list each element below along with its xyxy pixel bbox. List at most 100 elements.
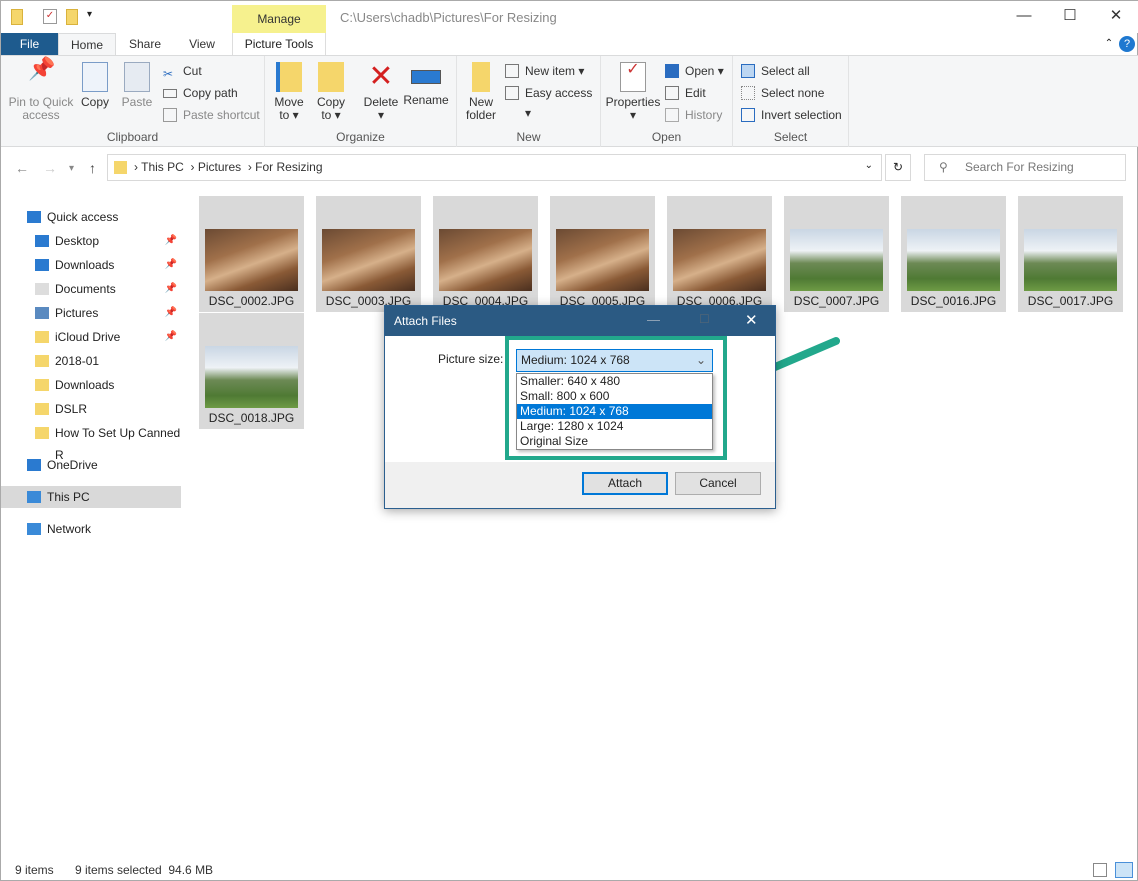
pin-icon: 📌 <box>164 235 177 246</box>
tab-manage[interactable]: Manage <box>232 5 326 33</box>
sidebar-item[interactable]: Desktop 📌 <box>1 230 181 252</box>
file-tile[interactable]: DSC_0016.JPG <box>901 196 1006 312</box>
tab-picture-tools[interactable]: Picture Tools <box>232 33 326 55</box>
group-new: New folder New item ▾ Easy access ▾ New <box>457 56 601 147</box>
select-all-button[interactable]: Select all <box>741 61 810 81</box>
maximize-button[interactable]: ☐ <box>1047 1 1093 31</box>
invert-selection-button[interactable]: Invert selection <box>741 105 842 125</box>
easy-access-button[interactable]: Easy access ▾ <box>505 83 600 120</box>
computer-icon <box>27 491 41 503</box>
details-view-button[interactable] <box>1093 863 1107 877</box>
back-button[interactable]: ← <box>15 160 29 176</box>
cancel-button[interactable]: Cancel <box>675 472 761 495</box>
rename-button[interactable]: Rename <box>403 56 449 107</box>
breadcrumb-pictures[interactable]: Pictures <box>198 160 241 174</box>
paste-shortcut-icon <box>163 108 177 122</box>
address-dropdown-icon[interactable]: ⌄ <box>865 160 873 171</box>
document-icon <box>35 283 49 295</box>
history-button[interactable]: History <box>665 105 722 125</box>
properties-button[interactable]: ✓ Properties ▾ <box>605 56 661 122</box>
tab-file[interactable]: File <box>1 33 58 55</box>
sidebar-item[interactable]: Network <box>1 518 181 540</box>
sidebar-item[interactable]: DSLR <box>1 398 181 420</box>
forward-button[interactable]: → <box>43 160 57 176</box>
new-folder-qa-icon[interactable] <box>66 9 78 25</box>
copy-path-button[interactable]: Copy path <box>163 83 238 103</box>
minimize-button[interactable]: — <box>1001 1 1047 31</box>
network-icon <box>27 523 41 535</box>
thumbnail-image <box>1024 229 1117 291</box>
copy-to-button[interactable]: Copy to ▾ <box>313 56 349 122</box>
sidebar-item[interactable]: How To Set Up Canned R <box>1 422 181 462</box>
sidebar-item-label: DSLR <box>55 402 88 416</box>
address-bar[interactable]: › This PC › Pictures › For Resizing ⌄ <box>107 154 882 181</box>
dialog-minimize-button[interactable]: — <box>647 312 660 327</box>
file-tile[interactable]: DSC_0007.JPG <box>784 196 889 312</box>
up-button[interactable]: ↑ <box>89 160 96 176</box>
file-tile[interactable]: DSC_0003.JPG <box>316 196 421 312</box>
sidebar-item-label: OneDrive <box>47 458 98 472</box>
sidebar-item[interactable]: Pictures 📌 <box>1 302 181 324</box>
dialog-close-button[interactable]: ✕ <box>745 311 758 329</box>
thumbnail-image <box>322 229 415 291</box>
sidebar-item[interactable]: Downloads <box>1 374 181 396</box>
properties-qa-icon[interactable]: ✓ <box>43 9 57 24</box>
close-button[interactable]: ✕ <box>1093 1 1138 31</box>
sidebar-item[interactable]: Documents 📌 <box>1 278 181 300</box>
file-tile[interactable]: DSC_0018.JPG <box>199 313 304 429</box>
move-to-button[interactable]: Move to ▾ <box>271 56 307 122</box>
recent-locations-button[interactable]: ▾ <box>69 163 74 174</box>
new-item-button[interactable]: New item ▾ <box>505 61 584 81</box>
open-icon <box>665 64 679 78</box>
sidebar-item-label: Downloads <box>55 258 115 272</box>
sidebar-item[interactable]: iCloud Drive 📌 <box>1 326 181 348</box>
select-none-button[interactable]: Select none <box>741 83 824 103</box>
file-tile[interactable]: DSC_0006.JPG <box>667 196 772 312</box>
window-title: C:\Users\chadb\Pictures\For Resizing <box>340 10 557 25</box>
pin-icon: 📌 <box>28 56 56 81</box>
pin-to-quick-access-button[interactable]: 📌 Pin to Quick access <box>5 56 77 122</box>
cut-button[interactable]: ✂ Cut <box>163 61 202 81</box>
paste-icon <box>124 62 150 92</box>
large-icons-view-button[interactable] <box>1115 862 1133 878</box>
breadcrumb-this-pc[interactable]: This PC <box>141 160 184 174</box>
new-folder-button[interactable]: New folder <box>461 56 501 122</box>
select-all-icon <box>741 64 755 78</box>
delete-button[interactable]: ✕ Delete ▾ <box>361 56 401 122</box>
sidebar-item[interactable]: Downloads 📌 <box>1 254 181 276</box>
search-input[interactable]: ⚲ Search For Resizing <box>924 154 1126 181</box>
tab-view[interactable]: View <box>176 33 228 55</box>
sidebar-item-label: 2018-01 <box>55 354 100 368</box>
help-icon[interactable]: ? <box>1119 36 1135 52</box>
sidebar-item[interactable]: 2018-01 <box>1 350 181 372</box>
customize-qa-chevron-icon[interactable]: ▾ <box>87 9 92 20</box>
tab-share[interactable]: Share <box>119 33 171 55</box>
sidebar-item[interactable]: Quick access <box>1 206 181 228</box>
thumbnail-image <box>907 229 1000 291</box>
thumbnail-image <box>790 229 883 291</box>
open-button[interactable]: Open ▾ <box>665 61 724 81</box>
paste-shortcut-button[interactable]: Paste shortcut <box>163 105 260 125</box>
paste-button[interactable]: Paste <box>119 56 155 109</box>
group-open: ✓ Properties ▾ Open ▾ Edit History Open <box>601 56 733 147</box>
edit-button[interactable]: Edit <box>665 83 706 103</box>
file-tile[interactable]: DSC_0005.JPG <box>550 196 655 312</box>
dialog-maximize-button[interactable]: ☐ <box>699 312 710 326</box>
copy-button[interactable]: Copy <box>77 56 113 109</box>
breadcrumb-for-resizing[interactable]: For Resizing <box>255 160 322 174</box>
refresh-button[interactable]: ↻ <box>885 154 911 181</box>
group-clipboard: 📌 Pin to Quick access Copy Paste ✂ Cut Cop… <box>1 56 265 147</box>
sidebar-item[interactable]: OneDrive <box>1 454 181 476</box>
copy-path-icon <box>163 89 177 98</box>
file-name: DSC_0007.JPG <box>793 294 880 308</box>
file-tile[interactable]: DSC_0004.JPG <box>433 196 538 312</box>
file-tile[interactable]: DSC_0002.JPG <box>199 196 304 312</box>
file-tile[interactable]: DSC_0017.JPG <box>1018 196 1123 312</box>
sidebar-item[interactable]: This PC <box>1 486 181 508</box>
tab-home[interactable]: Home <box>58 33 116 55</box>
highlight-box <box>505 336 727 460</box>
group-select: Select all Select none Invert selection … <box>733 56 849 147</box>
collapse-ribbon-icon[interactable]: ⌃ <box>1101 36 1117 52</box>
sidebar-item-label: iCloud Drive <box>55 330 121 344</box>
attach-button[interactable]: Attach <box>582 472 668 495</box>
